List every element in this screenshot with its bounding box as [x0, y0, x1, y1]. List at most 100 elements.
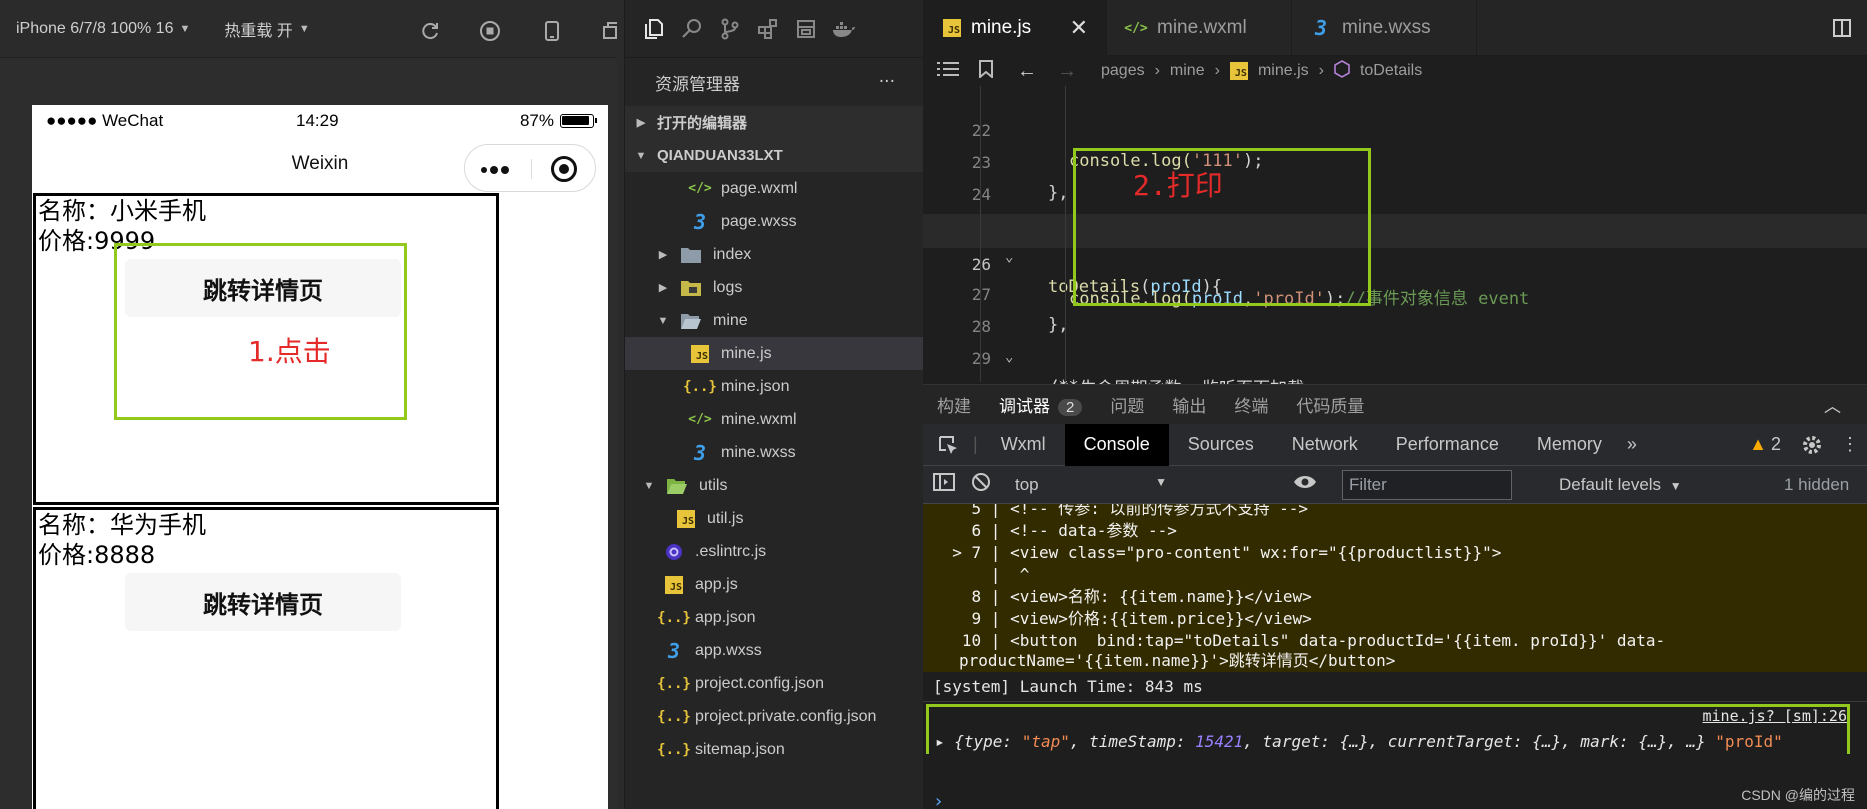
explorer-title: 资源管理器: [655, 74, 740, 95]
folder-name: mine: [713, 311, 748, 329]
file-name: mine.wxml: [721, 410, 797, 428]
file-item[interactable]: JS util.js: [625, 502, 923, 535]
more-icon[interactable]: [481, 166, 509, 174]
tab-build[interactable]: 构建: [937, 392, 971, 417]
file-item[interactable]: 3 page.wxss: [625, 205, 923, 238]
breadcrumb-item[interactable]: mine: [1170, 62, 1205, 80]
tab-wxml[interactable]: Wxml: [982, 424, 1065, 466]
stop-icon[interactable]: [479, 20, 501, 42]
close-icon[interactable]: ✕: [1070, 15, 1088, 41]
fold-chevron-icon[interactable]: ⌄: [1005, 342, 1013, 372]
console-prompt[interactable]: ›: [933, 791, 944, 809]
close-mini-program-icon[interactable]: [551, 156, 577, 182]
open-editors-section[interactable]: ▶ 打开的编辑器: [625, 106, 923, 139]
folder-item[interactable]: ▼ mine: [625, 304, 923, 337]
file-name: mine.wxss: [721, 443, 796, 461]
chevron-up-icon[interactable]: ︿: [1824, 392, 1841, 417]
chevron-down-icon: ▼: [1669, 478, 1682, 493]
console-output[interactable]: 5 | <!-- 传参: 以前的传参方式不支持 --> 6 | <!-- dat…: [923, 504, 1867, 754]
warnings-counter[interactable]: ▲ 2: [1739, 424, 1791, 466]
tab-terminal[interactable]: 终端: [1234, 392, 1268, 417]
split-editor-icon[interactable]: [1817, 0, 1867, 55]
file-item[interactable]: {..} mine.json: [625, 370, 923, 403]
section-label: QIANDUAN33LXT: [657, 147, 783, 164]
editor-area: JS mine.js ✕ </> mine.wxml 3 mine.wxss ←…: [923, 0, 1867, 809]
file-item[interactable]: </> mine.wxml: [625, 403, 923, 436]
status-bar: ●●●●● WeChat 14:29 87%: [32, 105, 608, 137]
tab-sources[interactable]: Sources: [1169, 424, 1273, 466]
tab-memory[interactable]: Memory: [1518, 424, 1621, 466]
code-editor[interactable]: 22 console.log('111'); 23 }, 24 25 ⌄ toD…: [923, 86, 1867, 384]
cloud-dev-icon[interactable]: [787, 14, 825, 44]
inspect-element-icon[interactable]: [923, 424, 973, 466]
file-item[interactable]: JS app.js: [625, 568, 923, 601]
tab-network[interactable]: Network: [1273, 424, 1377, 466]
more-actions-icon[interactable]: ···: [879, 72, 895, 92]
back-arrow-icon[interactable]: ←: [1017, 60, 1037, 83]
search-icon[interactable]: [673, 14, 711, 44]
panel-splitter[interactable]: [617, 0, 625, 809]
tab-mine-wxml[interactable]: </> mine.wxml: [1107, 0, 1292, 56]
wxss-file-icon: 3: [667, 638, 681, 663]
js-file-icon: JS: [691, 344, 709, 363]
breadcrumb-item[interactable]: mine.js: [1258, 62, 1309, 80]
project-section[interactable]: ▼ QIANDUAN33LXT: [625, 139, 923, 172]
log-levels-selector[interactable]: Default levels ▼: [1559, 475, 1682, 495]
folder-item[interactable]: ▶ index: [625, 238, 923, 271]
details-button[interactable]: 跳转详情页: [125, 573, 401, 631]
more-vert-icon[interactable]: ⋮: [1833, 424, 1867, 466]
forward-arrow-icon[interactable]: →: [1057, 60, 1077, 83]
device-selector[interactable]: iPhone 6/7/8 100% 16 ▼: [0, 20, 190, 38]
phone-icon[interactable]: [541, 20, 563, 42]
indent-guide: [1065, 86, 1066, 382]
console-line: 9 | <view>价格:{{item.price}}</view>: [933, 609, 1312, 628]
console-line: 10 | <button bind:tap="toDetails" data-p…: [933, 631, 1666, 650]
folder-name: utils: [699, 476, 728, 494]
more-tabs-icon[interactable]: »: [1621, 424, 1643, 466]
tab-console[interactable]: Console: [1064, 423, 1169, 466]
hot-reload-selector[interactable]: 热重载 开 ▼: [190, 17, 309, 41]
extensions-icon[interactable]: [749, 14, 787, 44]
clear-console-icon[interactable]: [971, 472, 991, 497]
tab-mine-wxss[interactable]: 3 mine.wxss: [1292, 0, 1477, 56]
file-item[interactable]: {..} project.config.json: [625, 667, 923, 700]
file-item[interactable]: 3 app.wxss: [625, 634, 923, 667]
file-item[interactable]: 3 mine.wxss: [625, 436, 923, 469]
file-item[interactable]: .eslintrc.js: [625, 535, 923, 568]
tab-performance[interactable]: Performance: [1377, 424, 1518, 466]
eye-icon[interactable]: [1293, 474, 1317, 495]
list-icon[interactable]: [937, 61, 959, 82]
files-icon[interactable]: [635, 14, 673, 44]
folder-item[interactable]: ▼ utils: [625, 469, 923, 502]
tab-problems[interactable]: 问题: [1110, 392, 1144, 417]
activity-bar: [625, 0, 923, 58]
tab-output[interactable]: 输出: [1172, 392, 1206, 417]
settings-gear-icon[interactable]: [1791, 424, 1833, 466]
file-item[interactable]: {..} sitemap.json: [625, 733, 923, 766]
product-card: 名称：华为手机 价格:8888 跳转详情页: [33, 507, 499, 809]
file-item[interactable]: </> page.wxml: [625, 172, 923, 205]
context-selector[interactable]: top ▼: [1015, 475, 1175, 495]
tab-debugger[interactable]: 调试器 2: [999, 392, 1083, 417]
annotation-click-label: 1.点击: [248, 335, 331, 368]
filter-input[interactable]: Filter: [1342, 470, 1512, 500]
chevron-down-icon: ▼: [657, 314, 669, 327]
file-name: mine.json: [721, 377, 790, 395]
tab-mine-js[interactable]: JS mine.js ✕: [923, 0, 1107, 56]
wxml-file-icon: </>: [688, 181, 712, 196]
breadcrumb-item[interactable]: toDetails: [1360, 62, 1422, 80]
file-item[interactable]: {..} project.private.config.json: [625, 700, 923, 733]
bookmark-icon[interactable]: [979, 59, 993, 83]
capsule-divider: [531, 159, 532, 179]
chevron-right-icon: ›: [1214, 62, 1220, 79]
sidebar-toggle-icon[interactable]: [933, 472, 955, 497]
refresh-icon[interactable]: [419, 20, 441, 42]
source-control-icon[interactable]: [711, 14, 749, 44]
tab-code-quality[interactable]: 代码质量: [1296, 392, 1364, 417]
folder-item[interactable]: ▶ logs: [625, 271, 923, 304]
docker-icon[interactable]: [825, 14, 863, 44]
file-item-selected[interactable]: JS mine.js: [625, 337, 923, 370]
file-item[interactable]: {..} app.json: [625, 601, 923, 634]
breadcrumb-item[interactable]: pages: [1101, 62, 1145, 80]
product-name: 名称：华为手机: [38, 511, 206, 539]
